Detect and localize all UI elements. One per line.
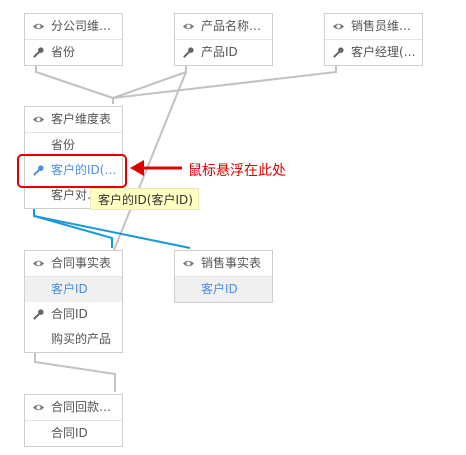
field-label: 客户经理(… [351, 45, 416, 59]
eye-icon[interactable] [32, 113, 45, 126]
field-label: 客户ID [51, 282, 88, 296]
table-header[interactable]: 分公司维… [25, 14, 122, 40]
table-title: 销售员维… [351, 19, 412, 33]
key-icon [333, 47, 344, 58]
field-row[interactable]: 合同ID [25, 421, 122, 446]
table-title: 产品名称… [201, 19, 262, 33]
relationship-lines [33, 64, 337, 392]
table-card-chanpin[interactable]: 产品名称… 产品ID [174, 13, 273, 66]
table-card-huikuan[interactable]: 合同回款… 合同ID [24, 394, 123, 447]
table-card-hetong[interactable]: 合同事实表 客户ID 合同ID 购买的产品 [24, 250, 123, 353]
field-label: 合同ID [51, 307, 88, 321]
table-card-fengongsi[interactable]: 分公司维… 省份 [24, 13, 123, 66]
table-header[interactable]: 合同事实表 [25, 251, 122, 277]
table-title: 合同事实表 [51, 256, 112, 270]
hover-highlight-box [17, 154, 127, 188]
field-tooltip: 客户的ID(客户ID) [90, 188, 199, 210]
field-row-selected[interactable]: 客户ID [175, 277, 272, 302]
line-kehu-to-hetong [33, 208, 113, 248]
field-label: 客户ID [201, 282, 238, 296]
key-icon [33, 47, 44, 58]
field-label: 合同ID [51, 426, 88, 440]
table-card-xiaoshou[interactable]: 销售事实表 客户ID [174, 250, 273, 303]
line-fengongsi-to-kehu [35, 64, 114, 104]
field-row[interactable]: 合同ID [25, 302, 122, 327]
table-header[interactable]: 产品名称… [175, 14, 272, 40]
line-hetong-to-huikuan [34, 350, 116, 392]
table-title: 分公司维… [51, 19, 112, 33]
table-card-xiaoshouyuan[interactable]: 销售员维… 客户经理(… [324, 13, 423, 66]
key-icon [33, 309, 44, 320]
eye-icon[interactable] [332, 20, 345, 33]
field-row[interactable]: 省份 [25, 40, 122, 65]
eye-icon[interactable] [32, 401, 45, 414]
field-label: 省份 [51, 45, 76, 59]
eye-icon[interactable] [182, 20, 195, 33]
table-header[interactable]: 销售员维… [325, 14, 422, 40]
field-row[interactable]: 购买的产品 [25, 327, 122, 352]
annotation-arrow-icon [130, 160, 182, 176]
table-header[interactable]: 销售事实表 [175, 251, 272, 277]
eye-icon[interactable] [182, 257, 195, 270]
key-icon [183, 47, 194, 58]
field-row-selected[interactable]: 客户ID [25, 277, 122, 302]
table-header[interactable]: 合同回款… [25, 395, 122, 421]
field-row[interactable]: 产品ID [175, 40, 272, 65]
field-label: 购买的产品 [51, 332, 112, 346]
eye-icon[interactable] [32, 257, 45, 270]
table-title: 销售事实表 [201, 256, 262, 270]
table-title: 客户维度表 [51, 112, 112, 126]
table-title: 合同回款… [51, 400, 112, 414]
eye-icon[interactable] [32, 20, 45, 33]
field-row[interactable]: 客户经理(… [325, 40, 422, 65]
table-header[interactable]: 客户维度表 [25, 107, 122, 133]
field-label: 产品ID [201, 45, 238, 59]
line-xiaoshouyuan-to-kehu [112, 64, 337, 99]
annotation-text: 鼠标悬浮在此处 [188, 163, 286, 179]
